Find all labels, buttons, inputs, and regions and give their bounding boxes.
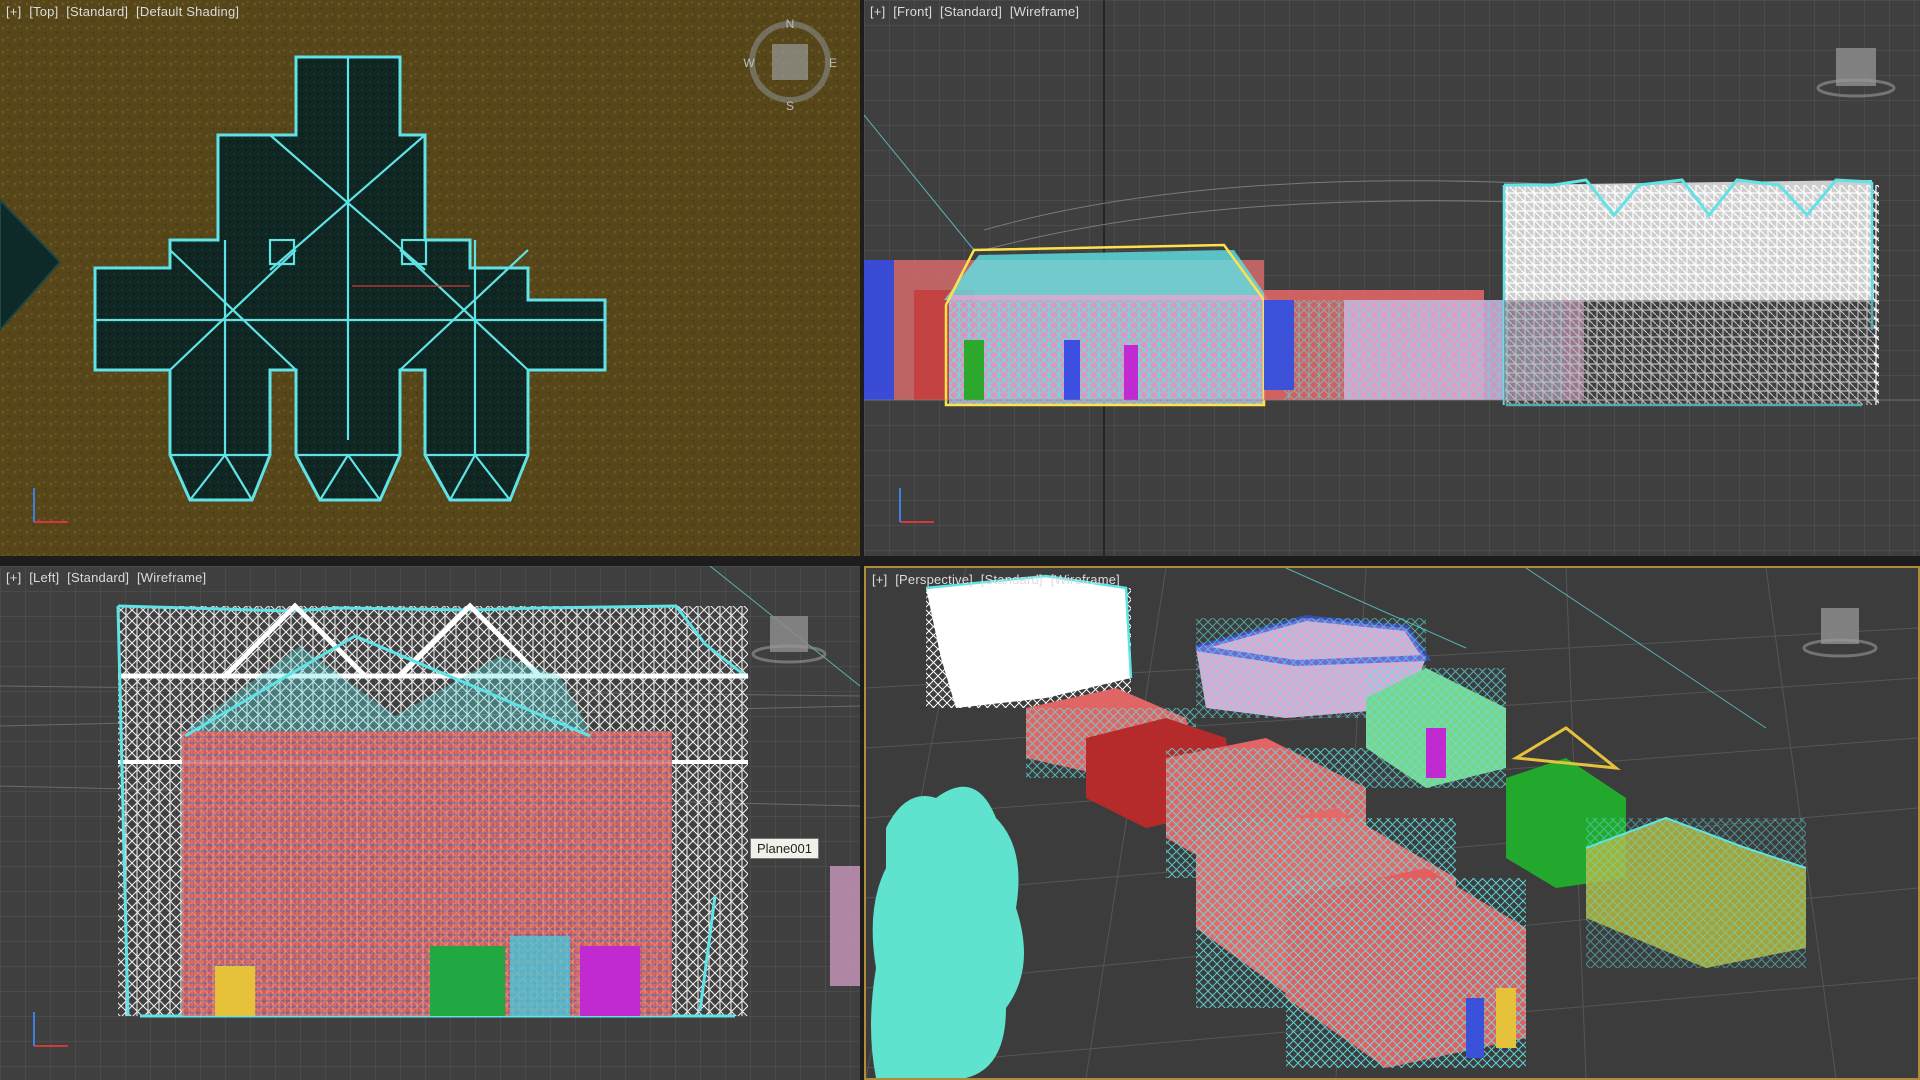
perspective-view-canvas xyxy=(866,568,1918,1078)
front-building-cluster xyxy=(864,243,1269,407)
vp-menu-plus[interactable]: [+] xyxy=(870,4,885,19)
vp-menu-standard[interactable]: [Standard] xyxy=(66,4,128,19)
compass-s: S xyxy=(786,99,794,113)
vp-menu-shading[interactable]: [Wireframe] xyxy=(137,570,206,585)
vp-menu-plus[interactable]: [+] xyxy=(6,570,21,585)
viewport-label-left[interactable]: [+] [Left] [Standard] [Wireframe] xyxy=(6,570,210,585)
compass-w: W xyxy=(743,56,755,70)
persp-tree xyxy=(871,786,1024,1078)
compass-e: E xyxy=(829,56,837,70)
viewport-divider-horizontal[interactable] xyxy=(0,556,1920,566)
persp-white-building xyxy=(925,574,1133,708)
viewport-divider-vertical[interactable] xyxy=(860,0,864,1080)
object-tooltip: Plane001 xyxy=(750,838,819,859)
left-view-canvas xyxy=(0,566,860,1080)
viewport-left[interactable]: [+] [Left] [Standard] [Wireframe] xyxy=(0,566,860,1080)
vp-menu-standard[interactable]: [Standard] xyxy=(67,570,129,585)
vp-menu-view[interactable]: [Left] xyxy=(29,570,59,585)
compass-n: N xyxy=(786,17,795,31)
vp-menu-view[interactable]: [Top] xyxy=(29,4,58,19)
viewport-label-front[interactable]: [+] [Front] [Standard] [Wireframe] xyxy=(870,4,1083,19)
vp-menu-view[interactable]: [Perspective] xyxy=(895,572,973,587)
front-view-canvas xyxy=(864,0,1920,556)
persp-yellow-cluster xyxy=(1585,816,1807,968)
front-selected-building xyxy=(1502,178,1879,408)
viewport-label-perspective[interactable]: [+] [Perspective] [Standard] [Wireframe] xyxy=(872,572,1124,587)
viewport-top[interactable]: N S E W [+] [Top] [Standard] [Default Sh… xyxy=(0,0,860,556)
viewport-front[interactable]: [+] [Front] [Standard] [Wireframe] xyxy=(864,0,1920,556)
vp-menu-shading[interactable]: [Wireframe] xyxy=(1051,572,1120,587)
top-view-canvas: N S E W xyxy=(0,0,860,556)
vp-menu-standard[interactable]: [Standard] xyxy=(940,4,1002,19)
vp-menu-standard[interactable]: [Standard] xyxy=(981,572,1043,587)
vp-menu-view[interactable]: [Front] xyxy=(893,4,932,19)
vp-menu-shading[interactable]: [Wireframe] xyxy=(1010,4,1079,19)
vp-menu-plus[interactable]: [+] xyxy=(872,572,887,587)
viewport-perspective[interactable]: [+] [Perspective] [Standard] [Wireframe] xyxy=(864,566,1920,1080)
vp-menu-shading[interactable]: [Default Shading] xyxy=(136,4,239,19)
viewport-label-top[interactable]: [+] [Top] [Standard] [Default Shading] xyxy=(6,4,243,19)
vp-menu-plus[interactable]: [+] xyxy=(6,4,21,19)
